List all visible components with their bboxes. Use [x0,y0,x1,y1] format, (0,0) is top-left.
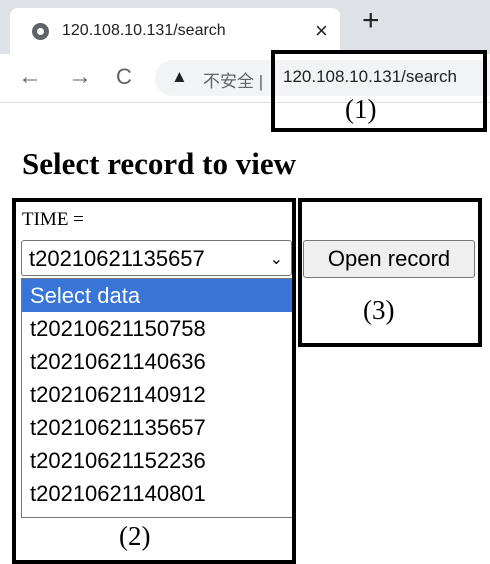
browser-tab[interactable]: 120.108.10.131/search × [10,8,340,54]
close-tab-icon[interactable]: × [315,18,328,44]
reload-icon[interactable]: C [116,63,132,91]
new-tab-icon[interactable]: + [362,6,380,36]
warning-icon[interactable]: ▲ [171,67,188,87]
annotation-box-2 [12,198,296,564]
page-title: Select record to view [22,146,297,181]
security-status[interactable]: 不安全 | [203,67,263,92]
forward-icon[interactable]: → [68,63,92,91]
annotation-label-2: (2) [119,521,151,551]
back-icon[interactable]: ← [18,63,42,91]
annotation-label-3: (3) [363,295,395,325]
annotation-box-1 [271,50,487,132]
tab-title: 120.108.10.131/search [62,22,226,39]
tab-strip: 120.108.10.131/search × + [0,0,490,54]
globe-icon [32,23,49,40]
annotation-label-1: (1) [345,94,377,124]
